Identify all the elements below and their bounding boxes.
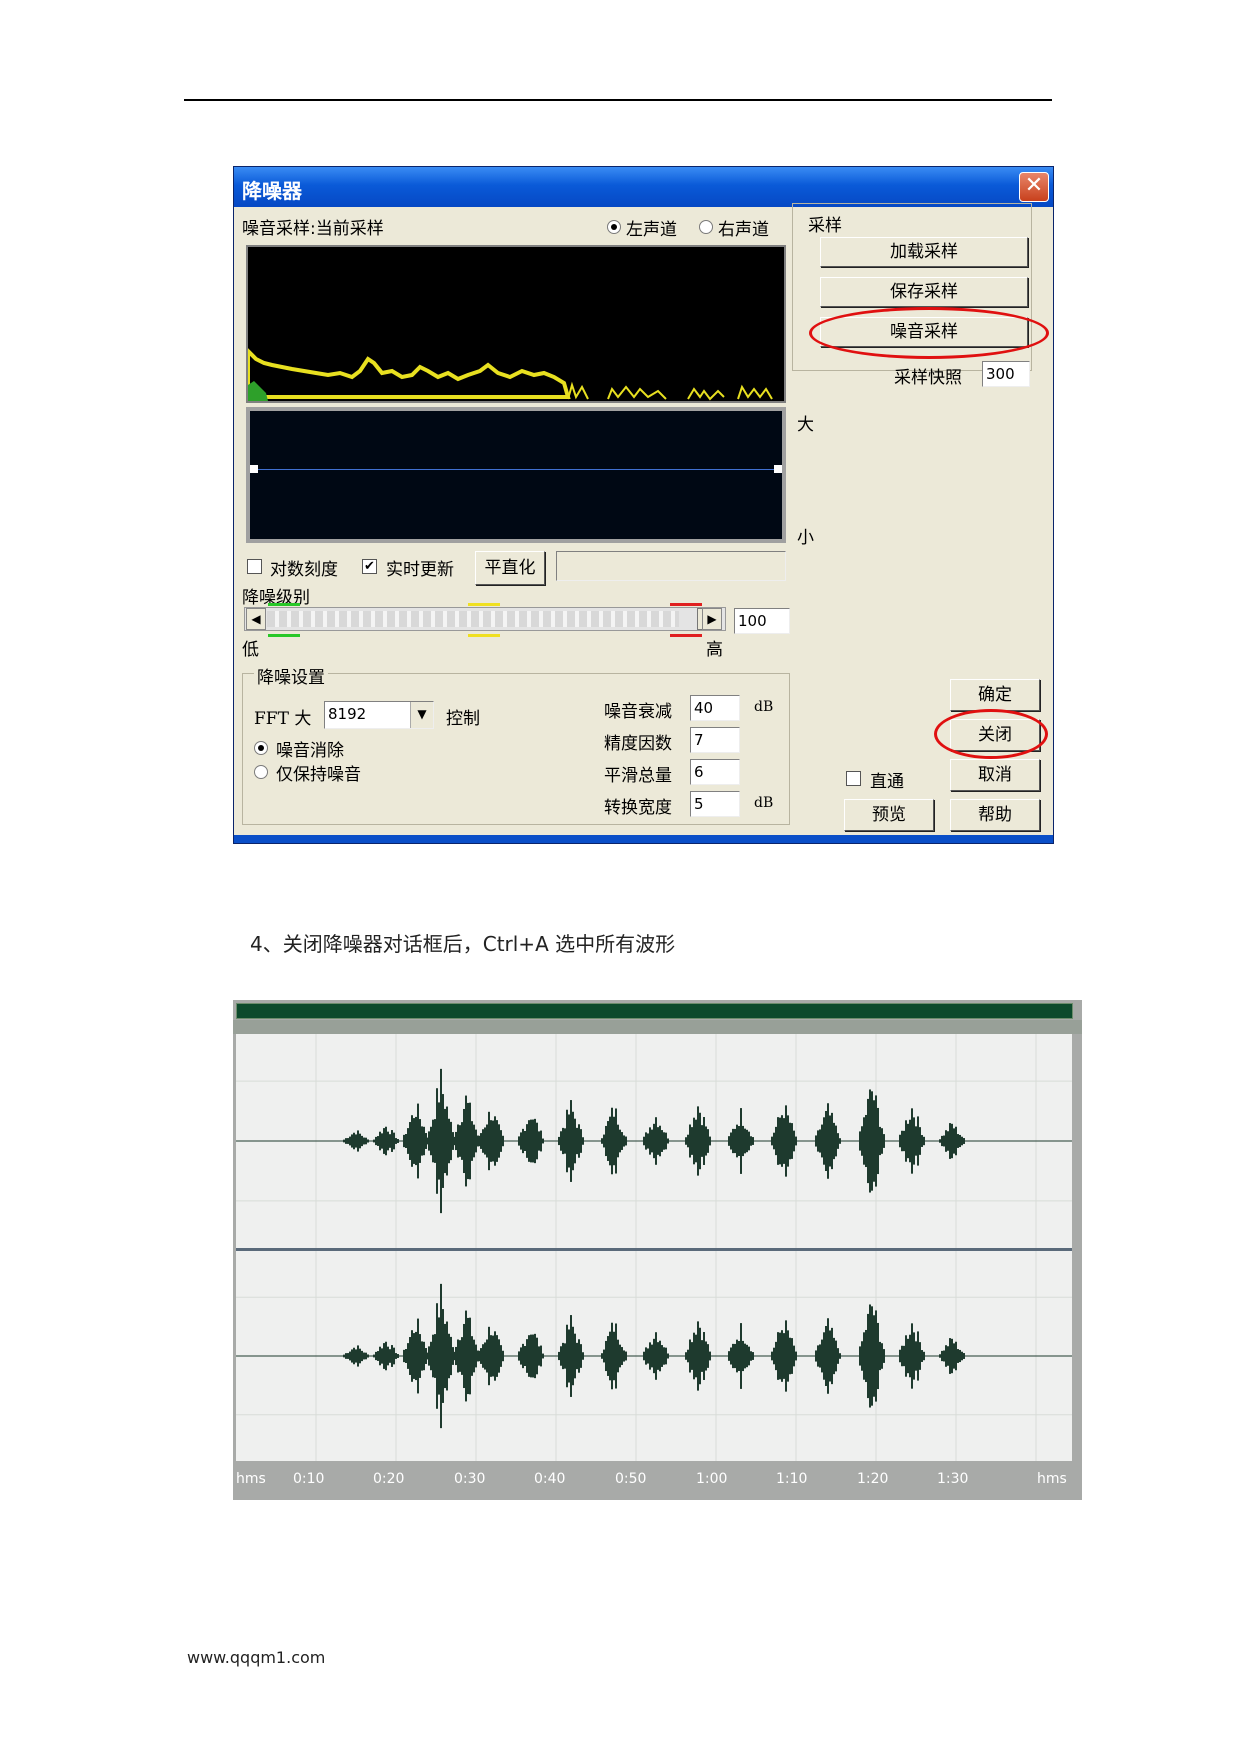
low-label: 低	[242, 640, 259, 660]
close-button-highlight	[934, 709, 1048, 759]
dialog-titlebar: 降噪器 ✕	[234, 167, 1053, 207]
keep-noise-radio[interactable]	[254, 765, 268, 779]
settings-group-label: 降噪设置	[254, 663, 328, 688]
noise-reduction-dialog: 降噪器 ✕ 噪音采样:当前采样 左声道 右声道 大 小 采样 加载采样 保存采样…	[233, 166, 1054, 844]
mid-marker-bottom	[468, 634, 500, 637]
dialog-bottom-border	[234, 835, 1053, 843]
fft-value: 8192	[328, 705, 367, 723]
overview-bar[interactable]	[236, 1003, 1073, 1019]
sample-group-label: 采样	[805, 211, 845, 236]
right-channel-radio[interactable]	[699, 220, 713, 234]
ok-button[interactable]: 确定	[950, 679, 1040, 711]
reduction-curve-editor[interactable]	[246, 407, 786, 543]
spectrum-tail-4	[737, 384, 773, 400]
save-sample-button[interactable]: 保存采样	[820, 277, 1028, 307]
time-label: hms	[1037, 1471, 1067, 1487]
keep-noise-label: 仅保持噪音	[276, 765, 361, 785]
fft-label: FFT 大	[254, 709, 312, 729]
waveform-right	[236, 1251, 1072, 1461]
low-marker-bottom	[268, 634, 300, 637]
noise-level-field[interactable]: 100	[734, 608, 790, 634]
spectrum-tail-3	[687, 387, 725, 401]
channel-right[interactable]	[236, 1251, 1072, 1461]
close-icon[interactable]: ✕	[1019, 172, 1049, 202]
dialog-title: 降噪器	[242, 179, 302, 203]
high-marker-bottom	[670, 634, 702, 637]
high-label: 高	[706, 640, 723, 660]
help-button[interactable]: 帮助	[950, 799, 1040, 831]
left-channel-radio[interactable]	[607, 220, 621, 234]
noise-spectrum-display	[246, 245, 786, 403]
selection-strip[interactable]	[233, 1020, 1082, 1034]
status-field	[556, 551, 786, 581]
bypass-label: 直通	[870, 772, 904, 792]
waveform-left	[236, 1034, 1072, 1248]
chevron-down-icon[interactable]: ▼	[410, 702, 433, 728]
time-label: 0:40	[534, 1471, 566, 1487]
spectrum-curve	[248, 348, 571, 399]
cancel-button[interactable]: 取消	[950, 759, 1040, 791]
spectrum-graph	[248, 348, 773, 401]
snapshot-label: 采样快照	[894, 368, 962, 388]
fft-select[interactable]: 8192 ▼	[324, 701, 434, 729]
transition-unit: dB	[754, 795, 774, 811]
attenuation-label: 噪音衰减	[604, 702, 672, 722]
smoothing-label: 平滑总量	[604, 766, 672, 786]
attenuation-unit: dB	[754, 699, 774, 715]
bypass-checkbox[interactable]	[846, 771, 861, 786]
spectrum-tail-1	[567, 381, 589, 400]
precision-field[interactable]: 7	[690, 727, 740, 753]
noise-sample-label: 噪音采样:当前采样	[242, 219, 384, 239]
time-label: 1:20	[857, 1471, 889, 1487]
smoothing-field[interactable]: 6	[690, 759, 740, 785]
noise-sample-highlight	[809, 307, 1049, 359]
slider-track	[267, 611, 679, 627]
footer-url: www.qqqm1.com	[187, 1648, 326, 1667]
time-label: 0:50	[615, 1471, 647, 1487]
spectrum-tail-2	[607, 385, 667, 400]
slider-left-arrow-icon[interactable]: ◀	[246, 608, 266, 630]
live-update-label: 实时更新	[386, 560, 454, 580]
time-label: 0:20	[373, 1471, 405, 1487]
precision-label: 精度因数	[604, 734, 672, 754]
mid-marker-top	[468, 603, 500, 606]
time-label: 1:00	[696, 1471, 728, 1487]
control-label: 控制	[446, 709, 480, 729]
transition-label: 转换宽度	[604, 798, 672, 818]
preview-button[interactable]: 预览	[844, 799, 934, 831]
time-label: 0:10	[293, 1471, 325, 1487]
time-label: 0:30	[454, 1471, 486, 1487]
curve-handle-right[interactable]	[774, 465, 782, 473]
time-label: 1:10	[776, 1471, 808, 1487]
high-marker-top	[670, 603, 702, 606]
small-label: 小	[797, 528, 814, 548]
slider-right-arrow-icon[interactable]: ▶	[702, 608, 722, 630]
remove-noise-radio[interactable]	[254, 741, 268, 755]
attenuation-field[interactable]: 40	[690, 695, 740, 721]
log-scale-label: 对数刻度	[270, 560, 338, 580]
step-caption: 4、关闭降噪器对话框后，Ctrl+A 选中所有波形	[250, 932, 676, 956]
transition-field[interactable]: 5	[690, 791, 740, 817]
low-marker-top	[268, 603, 300, 606]
time-label: 1:30	[937, 1471, 969, 1487]
left-channel-label: 左声道	[626, 220, 677, 240]
time-label: hms	[236, 1471, 266, 1487]
reduction-curve-line	[254, 469, 776, 470]
big-label: 大	[797, 415, 814, 435]
header-rule	[184, 99, 1052, 101]
right-channel-label: 右声道	[718, 220, 769, 240]
noise-level-slider[interactable]	[244, 607, 726, 631]
log-scale-checkbox[interactable]	[247, 559, 262, 574]
snapshot-field[interactable]: 300	[982, 361, 1030, 387]
spectrum-low-band	[248, 381, 268, 401]
channel-left[interactable]	[236, 1034, 1072, 1248]
load-sample-button[interactable]: 加载采样	[820, 237, 1028, 267]
waveform-window: hms 0:10 0:20 0:30 0:40 0:50 1:00 1:10 1:20 1:30 h…	[233, 1000, 1082, 1500]
curve-handle-left[interactable]	[250, 465, 258, 473]
live-update-checkbox[interactable]: ✔	[362, 559, 377, 574]
flatten-button[interactable]: 平直化	[475, 551, 545, 585]
remove-noise-label: 噪音消除	[276, 741, 344, 761]
